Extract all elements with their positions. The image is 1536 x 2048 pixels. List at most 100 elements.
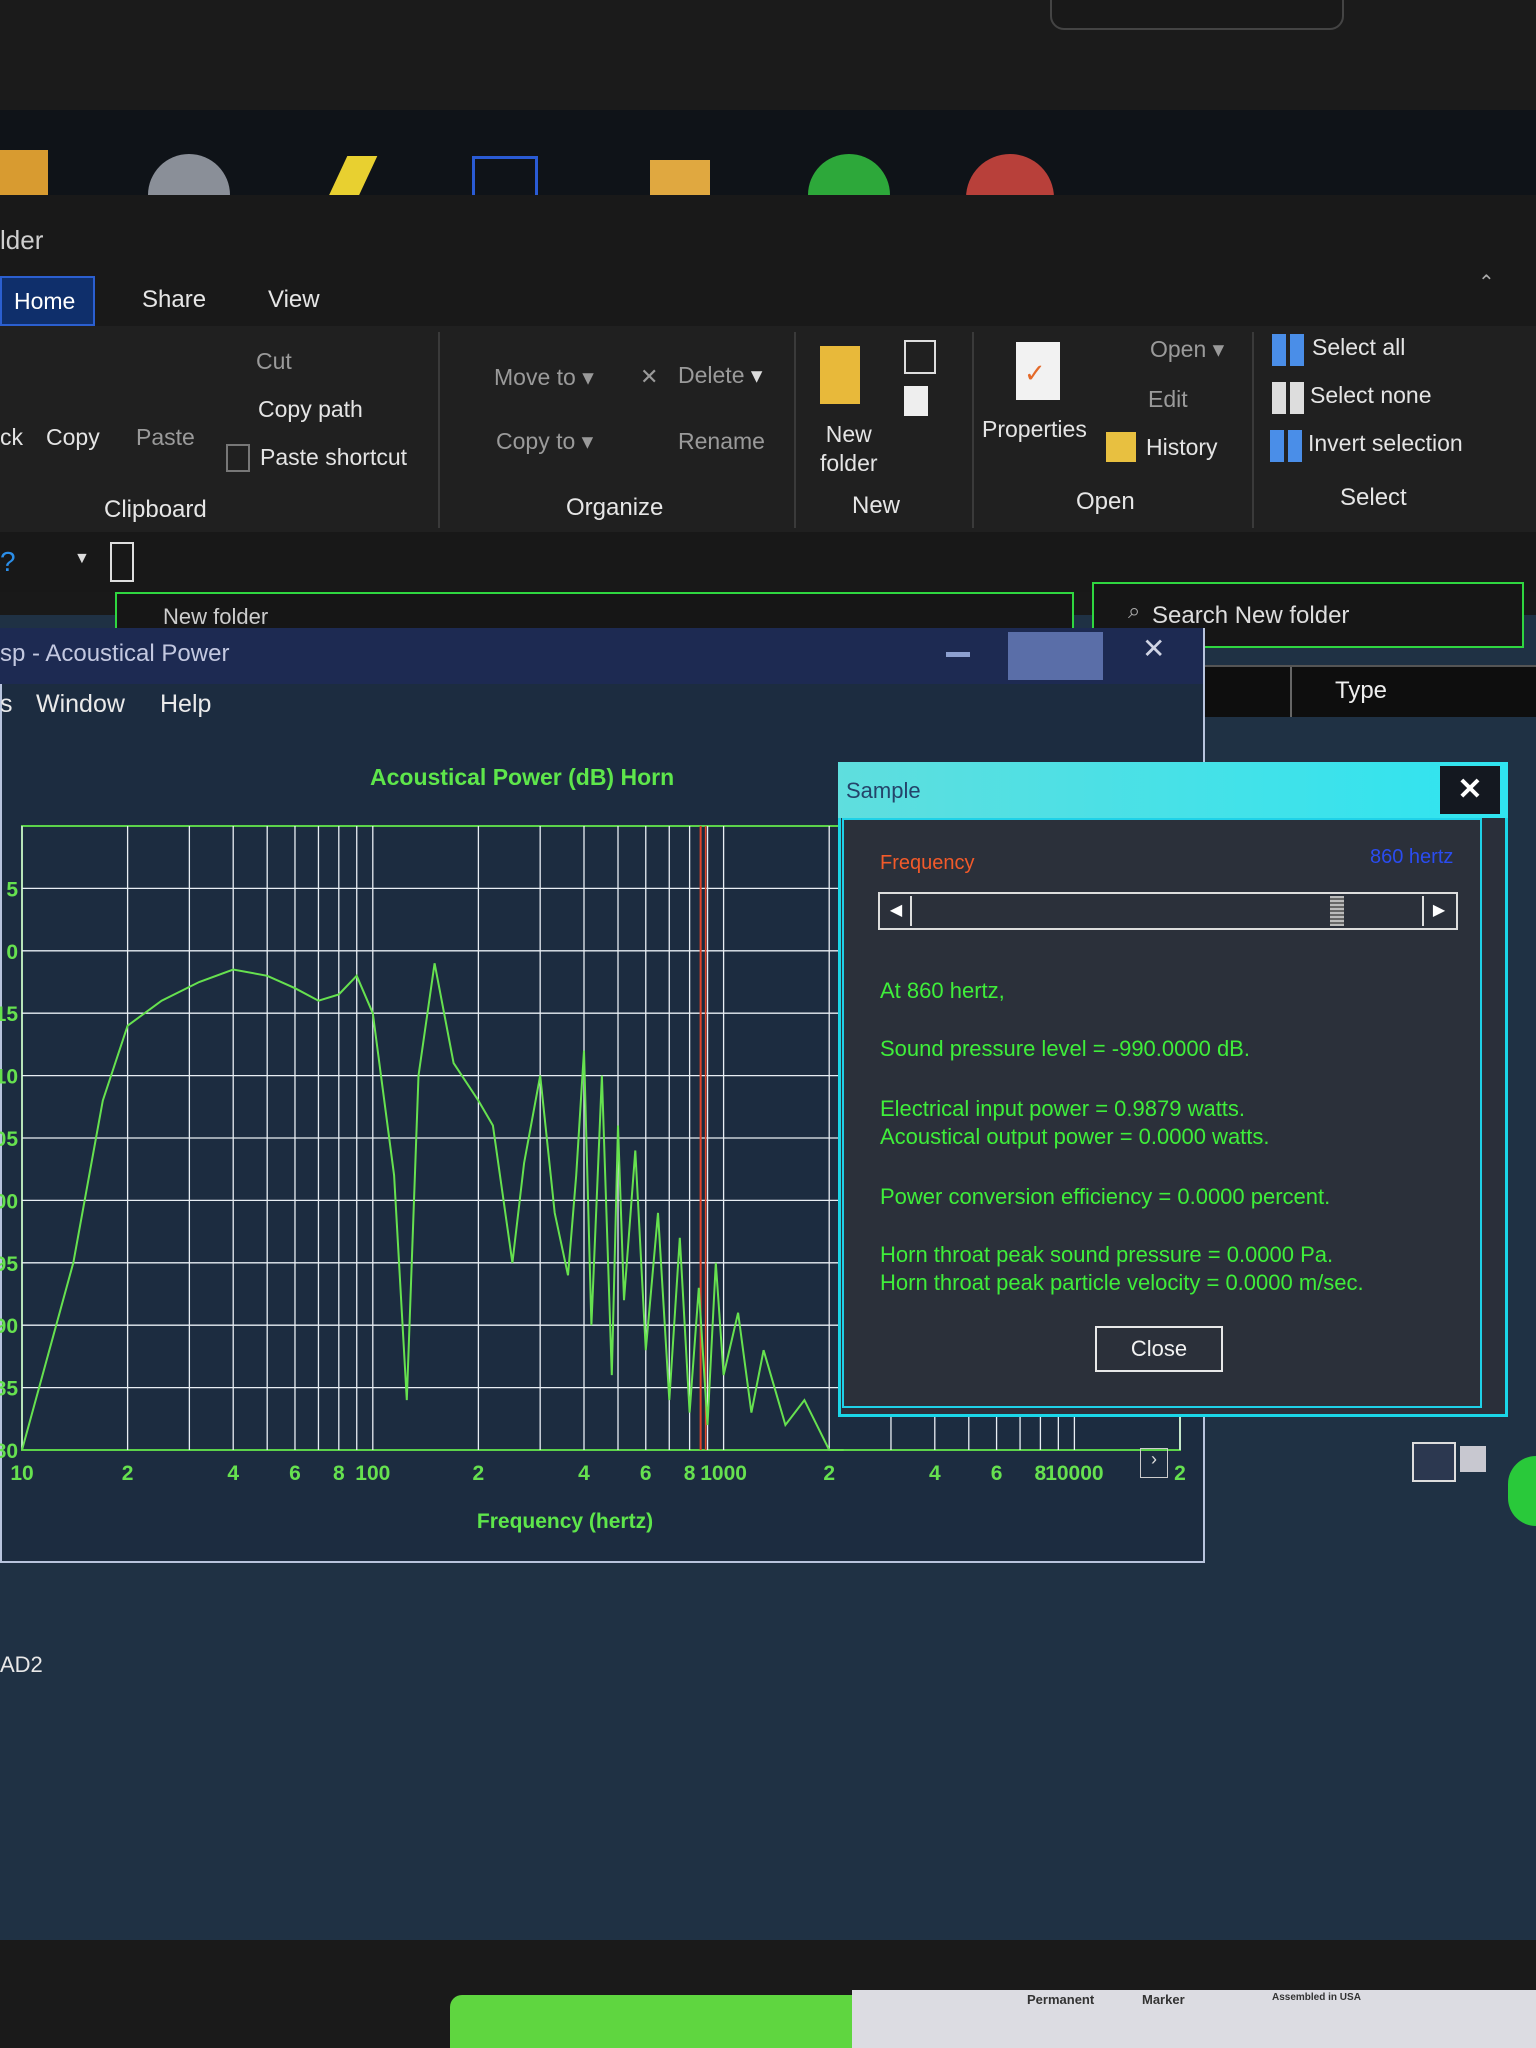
pencil-icon[interactable] [328, 156, 378, 196]
copy-path-button[interactable]: Copy path [258, 396, 363, 423]
tab-home[interactable]: Home [0, 276, 95, 326]
close-button[interactable]: Close [1095, 1326, 1223, 1372]
dropdown-arrow-icon[interactable]: ▼ [74, 550, 90, 568]
ribbon-divider [1252, 332, 1254, 528]
x-tick-label: 6 [991, 1462, 1003, 1485]
y-tick-label: 05 [0, 1128, 18, 1151]
copy-button[interactable]: Copy [46, 424, 100, 451]
select-all-button[interactable]: Select all [1312, 334, 1405, 361]
desktop-icon-label[interactable]: AD2 [0, 1652, 43, 1678]
folder-icon[interactable] [0, 150, 48, 196]
minimize-icon[interactable] [946, 652, 970, 657]
menu-item-tools[interactable]: s [0, 690, 13, 719]
paste-shortcut-icon [226, 444, 250, 472]
copy-to-button[interactable]: Copy to ▾ [496, 428, 593, 455]
y-tick-label: 5 [6, 878, 18, 901]
scroll-right-icon[interactable]: › [1140, 1448, 1168, 1478]
frequency-slider[interactable]: ◀ ▶ [878, 892, 1458, 930]
close-icon[interactable]: ✕ [1142, 632, 1165, 665]
ribbon-divider [438, 332, 440, 528]
menu-item-help[interactable]: Help [160, 690, 211, 719]
frequency-label: Frequency [880, 852, 975, 874]
x-tick-label: 4 [929, 1462, 941, 1485]
column-divider [1290, 667, 1292, 717]
group-label-clipboard: Clipboard [104, 496, 207, 523]
y-tick-label: 15 [0, 1003, 18, 1026]
delete-button[interactable]: Delete ▾ [678, 362, 762, 389]
delete-icon: ✕ [640, 364, 659, 389]
x-tick-label: 8 [333, 1462, 345, 1485]
slider-right-arrow-icon[interactable]: ▶ [1422, 896, 1454, 926]
open-label: Open [1150, 336, 1207, 362]
x-tick-label: 1000 [700, 1462, 747, 1485]
easy-access-icon[interactable] [904, 386, 928, 416]
new-folder-button[interactable]: New folder [820, 420, 878, 478]
marker-brand-1: Permanent [1027, 1992, 1095, 2007]
paste-shortcut-button[interactable]: Paste shortcut [260, 444, 407, 471]
properties-button[interactable]: Properties [982, 416, 1087, 443]
address-text: New folder [163, 604, 269, 629]
new-folder-label-1: New [825, 421, 872, 447]
cut-button[interactable]: Cut [256, 348, 292, 375]
tab-view[interactable]: View [254, 280, 334, 320]
properties-icon: ✓ [1016, 342, 1060, 400]
slider-thumb[interactable] [1330, 896, 1345, 926]
collapse-ribbon-icon[interactable]: ⌃ [1478, 270, 1495, 295]
move-to-button[interactable]: Move to ▾ [494, 364, 594, 391]
slider-left-arrow-icon[interactable]: ◀ [882, 896, 912, 926]
electrical-input-text: Electrical input power = 0.9879 watts. [880, 1096, 1246, 1121]
dialog-title: Sample [846, 778, 921, 803]
paste-button[interactable]: Paste [136, 424, 195, 451]
desktop-icon-strip [0, 110, 1536, 242]
customize-toolbar-icon[interactable] [110, 542, 134, 582]
y-tick-label: 10 [0, 1066, 18, 1089]
monitor-label-plate [1050, 0, 1344, 30]
acoustical-power-titlebar: sp - Acoustical Power ✕ [0, 628, 1203, 684]
explorer-title: lder [0, 225, 44, 255]
x-tick-label: 2 [473, 1462, 485, 1485]
new-folder-label-2: folder [820, 450, 878, 476]
tab-share[interactable]: Share [128, 280, 220, 320]
window-title: sp - Acoustical Power [0, 640, 230, 667]
new-item-icon[interactable] [904, 340, 936, 374]
thumbnail-view-icon[interactable] [1460, 1446, 1486, 1472]
new-folder-icon [820, 346, 860, 404]
x-tick-label: 6 [640, 1462, 652, 1485]
x-tick-label: 10000 [1045, 1462, 1103, 1485]
x-tick-label: 4 [578, 1462, 590, 1485]
x-tick-label: 8 [684, 1462, 696, 1485]
edit-button[interactable]: Edit [1148, 386, 1188, 413]
data-series-line [21, 963, 844, 1451]
invert-selection-button[interactable]: Invert selection [1308, 430, 1463, 457]
x-tick-label: 10 [10, 1462, 33, 1485]
history-button[interactable]: History [1146, 434, 1218, 461]
throat-pressure-text: Horn throat peak sound pressure = 0.0000… [880, 1242, 1334, 1267]
throat-velocity-text: Horn throat peak particle velocity = 0.0… [880, 1270, 1364, 1295]
maximize-button[interactable] [1008, 632, 1103, 680]
at-frequency-text: At 860 hertz, [880, 978, 1005, 1003]
invert-selection-icon [1270, 430, 1302, 462]
group-label-open: Open [1076, 488, 1135, 515]
details-view-icon[interactable] [1412, 1442, 1456, 1482]
close-icon[interactable]: ✕ [1440, 766, 1500, 814]
group-label-select: Select [1340, 484, 1407, 511]
marker-body: Permanent Marker Assembled in USA [852, 1990, 1536, 2048]
menu-item-window[interactable]: Window [36, 690, 125, 719]
folder-icon[interactable] [650, 160, 710, 196]
select-none-button[interactable]: Select none [1310, 382, 1431, 409]
marker-brand-3: Assembled in USA [1272, 1992, 1361, 2003]
help-icon[interactable]: ? [0, 546, 16, 578]
open-button[interactable]: Open ▾ [1150, 336, 1224, 363]
y-tick-label: 85 [0, 1378, 18, 1401]
column-type[interactable]: Type [1335, 677, 1387, 705]
rename-button[interactable]: Rename [678, 428, 765, 455]
chart-title: Acoustical Power (dB) Horn [370, 764, 675, 790]
x-tick-label: 4 [227, 1462, 239, 1485]
select-none-icon [1272, 382, 1304, 414]
acoustical-output-text: Acoustical output power = 0.0000 watts. [880, 1124, 1270, 1149]
y-tick-label: 00 [0, 1190, 18, 1213]
x-axis-label: Frequency (hertz) [477, 1510, 653, 1533]
pin-quick-access-button[interactable]: ck [0, 424, 23, 451]
y-tick-label: 95 [0, 1253, 18, 1276]
x-tick-label: 6 [289, 1462, 301, 1485]
